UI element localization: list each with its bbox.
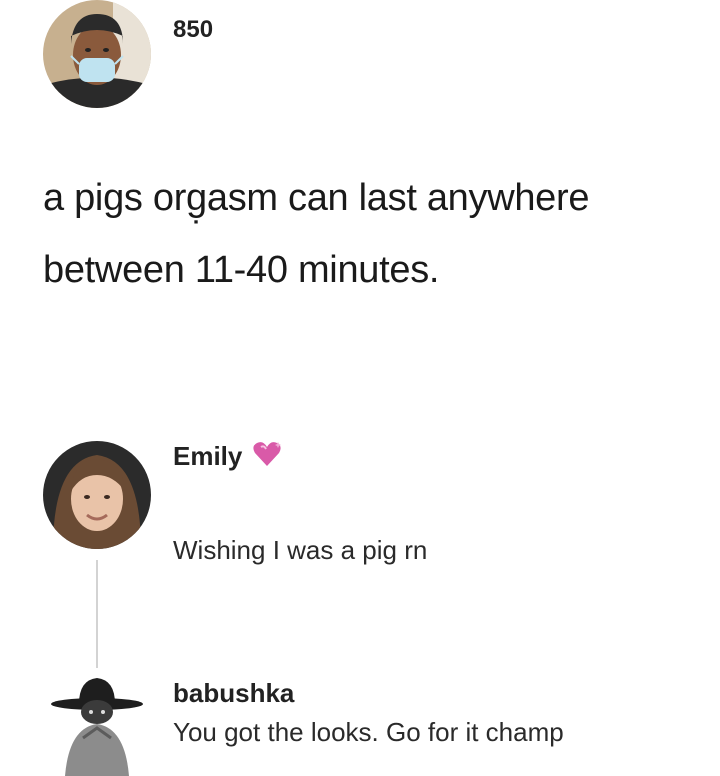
- babushka-avatar[interactable]: [43, 668, 151, 776]
- thread-connector-line: [96, 560, 98, 668]
- hat-figure-avatar-icon: [43, 668, 151, 776]
- sparkling-heart-icon: [252, 440, 282, 473]
- emily-avatar[interactable]: [43, 441, 151, 549]
- post-body-text: a pigs org̣asm can last anywhere between…: [43, 177, 590, 291]
- babushka-username[interactable]: babushka: [173, 678, 294, 709]
- emily-username[interactable]: Emily: [173, 441, 242, 472]
- woman-portrait-avatar-icon: [43, 441, 151, 549]
- op-username[interactable]: 850: [173, 16, 213, 44]
- emily-comment-text: Wishing I was a pig rn: [173, 535, 428, 565]
- emily-header: Emily: [173, 440, 282, 473]
- masked-person-avatar-icon: [43, 0, 151, 108]
- op-avatar[interactable]: [43, 0, 151, 108]
- babushka-comment-text: You got the looks. Go for it champ: [173, 717, 564, 747]
